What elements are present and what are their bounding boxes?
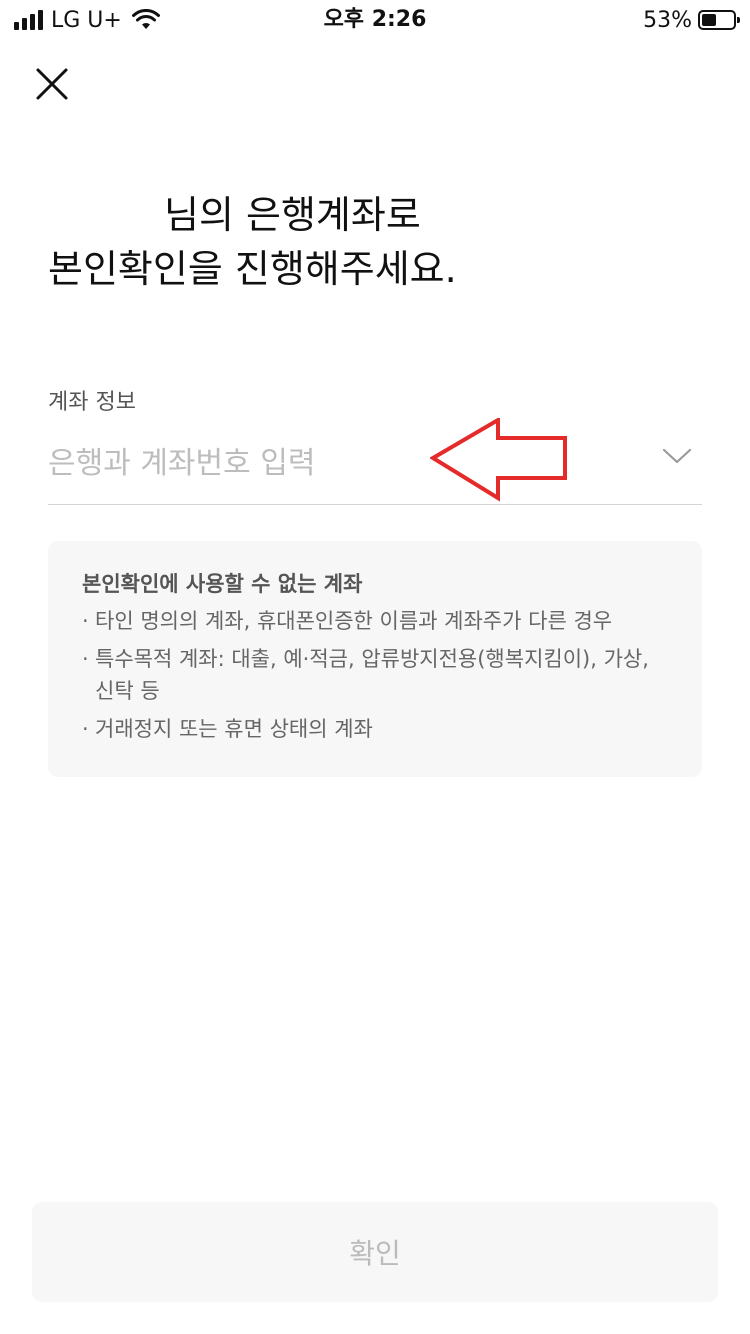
info-list-item-text: 거래정지 또는 휴면 상태의 계좌 — [95, 717, 373, 741]
page-title-line1: 님의 은행계좌로 — [164, 193, 421, 237]
info-list-item: · 타인 명의의 계좌, 휴대폰인증한 이름과 계좌주가 다른 경우 — [82, 605, 666, 637]
status-bar: LG U+ 오후 2:26 53% — [0, 0, 750, 40]
account-field-placeholder: 은행과 계좌번호 입력 — [48, 446, 316, 481]
account-field-label: 계좌 정보 — [48, 390, 136, 415]
battery-icon — [698, 10, 740, 30]
carrier-name: LG U+ — [51, 7, 122, 33]
page-title: 님의 은행계좌로 본인확인을 진행해주세요. — [48, 188, 708, 296]
status-left: LG U+ — [14, 6, 160, 34]
page-title-line2: 본인확인을 진행해주세요. — [48, 247, 457, 291]
red-arrow-icon — [430, 418, 567, 502]
chevron-down-icon — [662, 448, 692, 464]
close-button[interactable] — [28, 60, 76, 108]
account-select-field[interactable]: 은행과 계좌번호 입력 — [48, 424, 702, 505]
wifi-icon — [131, 9, 160, 29]
bullet-glyph: · — [82, 609, 89, 633]
info-list-item: · 거래정지 또는 휴면 상태의 계좌 — [82, 713, 666, 745]
confirm-button[interactable]: 확인 — [32, 1202, 718, 1302]
signal-icon — [14, 10, 43, 30]
bullet-glyph: · — [82, 647, 89, 671]
bullet-glyph: · — [82, 717, 89, 741]
battery-percent: 53% — [643, 7, 692, 33]
status-right: 53% — [643, 6, 740, 34]
info-list-item-text: 타인 명의의 계좌, 휴대폰인증한 이름과 계좌주가 다른 경우 — [95, 609, 613, 633]
info-box-list: · 타인 명의의 계좌, 휴대폰인증한 이름과 계좌주가 다른 경우 · 특수목… — [82, 605, 666, 745]
info-list-item: · 특수목적 계좌: 대출, 예·적금, 압류방지전용(행복지킴이), 가상, … — [82, 643, 666, 707]
close-icon — [36, 68, 68, 100]
battery-cap — [737, 17, 740, 23]
battery-fill — [702, 14, 717, 26]
info-box-title: 본인확인에 사용할 수 없는 계좌 — [82, 572, 363, 596]
info-list-item-text: 특수목적 계좌: 대출, 예·적금, 압류방지전용(행복지킴이), 가상, 신탁… — [95, 647, 649, 703]
ineligible-accounts-info-box: 본인확인에 사용할 수 없는 계좌 · 타인 명의의 계좌, 휴대폰인증한 이름… — [48, 541, 702, 777]
